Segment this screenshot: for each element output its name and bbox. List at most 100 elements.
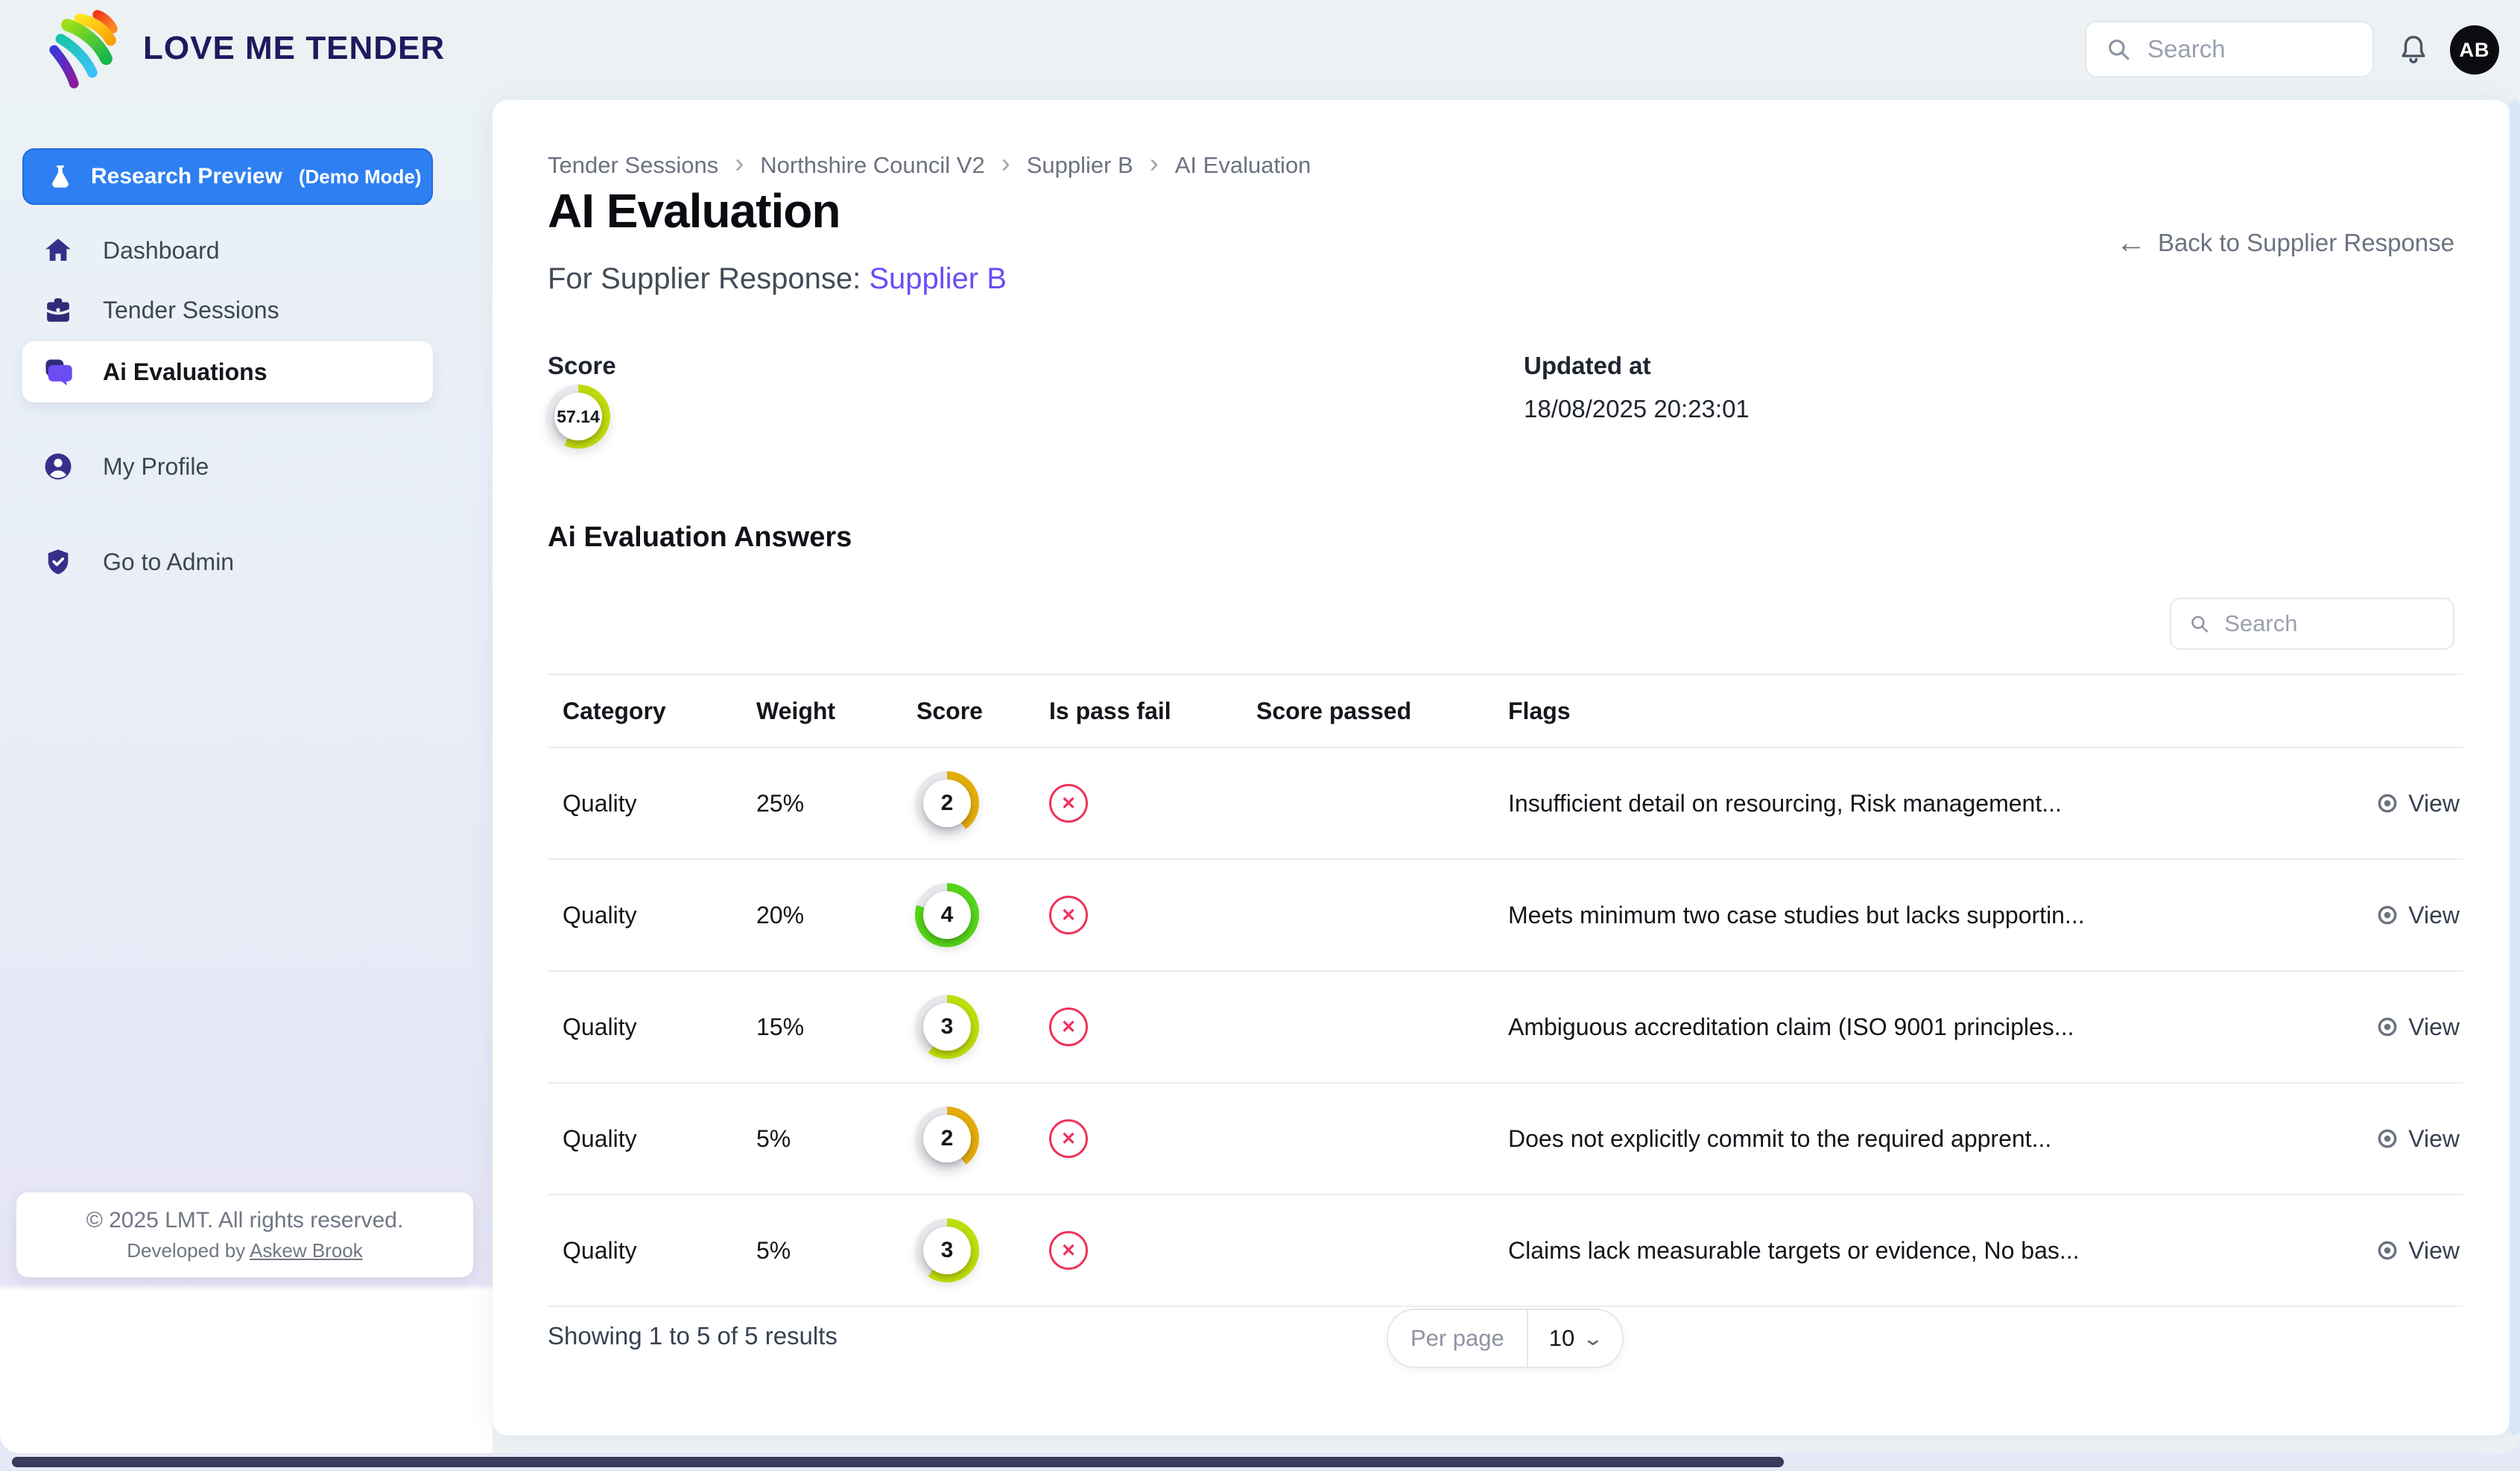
sidebar: Research Preview (Demo Mode) Dashboard T… <box>0 100 493 1453</box>
view-label: View <box>2408 902 2460 929</box>
row-category: Quality <box>548 790 741 817</box>
sidebar-footer: © 2025 LMT. All rights reserved. Develop… <box>16 1192 473 1277</box>
eye-icon <box>2375 1239 2399 1262</box>
per-page-control: Per page 10 ⌄ <box>1387 1309 1624 1368</box>
back-link-label: Back to Supplier Response <box>2158 229 2454 257</box>
fail-circle-x-icon: ✕ <box>1049 896 1088 934</box>
fail-circle-x-icon: ✕ <box>1049 784 1088 823</box>
per-page-select[interactable]: 10 ⌄ <box>1528 1310 1622 1367</box>
breadcrumb-item[interactable]: AI Evaluation <box>1175 152 1311 179</box>
table-search[interactable] <box>2170 598 2454 650</box>
row-score-donut: 4 <box>915 883 979 947</box>
breadcrumb-item[interactable]: Supplier B <box>1027 152 1133 179</box>
view-link[interactable]: View <box>2375 1237 2460 1265</box>
back-to-supplier-response-link[interactable]: ← Back to Supplier Response <box>2116 228 2454 258</box>
rainbow-brush-icon <box>42 4 130 92</box>
updated-at-label: Updated at <box>1524 352 1651 380</box>
sidebar-item-label: My Profile <box>103 453 209 481</box>
sidebar-item-label: Dashboard <box>103 237 220 265</box>
row-score-value: 2 <box>923 779 971 827</box>
sidebar-item-label: Tender Sessions <box>103 297 279 324</box>
view-link[interactable]: View <box>2375 1125 2460 1153</box>
research-preview-label: Research Preview <box>91 164 282 189</box>
notifications-bell-icon[interactable] <box>2396 33 2431 67</box>
global-search[interactable] <box>2085 21 2374 77</box>
answers-table: Category Weight Score Is pass fail Score… <box>548 674 2463 1307</box>
search-icon <box>2189 612 2209 636</box>
table-search-input[interactable] <box>2223 610 2435 638</box>
developer-link[interactable]: Askew Brook <box>250 1239 363 1262</box>
row-category: Quality <box>548 902 741 929</box>
column-header: Flags <box>1493 697 2321 725</box>
score-label: Score <box>548 352 616 380</box>
row-score-value: 2 <box>923 1115 971 1162</box>
developed-by-text: Developed by Askew Brook <box>127 1239 363 1262</box>
column-header: Weight <box>741 697 902 725</box>
supplier-link[interactable]: Supplier B <box>869 262 1007 295</box>
sidebar-item-tender-sessions[interactable]: Tender Sessions <box>22 280 433 340</box>
fail-circle-x-icon: ✕ <box>1049 1231 1088 1270</box>
row-flags: Insufficient detail on resourcing, Risk … <box>1493 790 2321 817</box>
breadcrumb-item[interactable]: Northshire Council V2 <box>760 152 985 179</box>
table-header-row: Category Weight Score Is pass fail Score… <box>548 674 2463 748</box>
column-header: Score passed <box>1241 697 1493 725</box>
app-logo[interactable]: LOVE ME TENDER <box>42 4 445 92</box>
copyright-text: © 2025 LMT. All rights reserved. <box>86 1208 404 1233</box>
top-header: LOVE ME TENDER AB <box>0 0 2520 100</box>
search-input[interactable] <box>2146 34 2353 64</box>
row-flags: Does not explicitly commit to the requir… <box>1493 1125 2321 1153</box>
row-score-value: 3 <box>923 1227 971 1274</box>
table-row: Quality 20% 4 ✕ Meets minimum two case s… <box>548 860 2463 972</box>
view-link[interactable]: View <box>2375 1013 2460 1041</box>
fail-circle-x-icon: ✕ <box>1049 1007 1088 1046</box>
home-icon <box>42 234 75 267</box>
updated-at-value: 18/08/2025 20:23:01 <box>1524 395 1750 423</box>
vertical-scrollbar[interactable] <box>2510 100 2520 1435</box>
horizontal-scrollbar[interactable] <box>12 1457 1784 1467</box>
row-weight: 20% <box>741 902 902 929</box>
table-row: Quality 5% 2 ✕ Does not explicitly commi… <box>548 1084 2463 1195</box>
briefcase-icon <box>42 294 75 326</box>
row-category: Quality <box>548 1125 741 1153</box>
row-weight: 5% <box>741 1237 902 1265</box>
eye-icon <box>2375 1127 2399 1151</box>
column-header: Category <box>548 697 741 725</box>
chevron-down-icon: ⌄ <box>1582 1327 1604 1350</box>
table-row: Quality 15% 3 ✕ Ambiguous accreditation … <box>548 972 2463 1084</box>
eye-icon <box>2375 1015 2399 1039</box>
research-preview-button[interactable]: Research Preview (Demo Mode) <box>22 148 433 205</box>
sidebar-item-go-to-admin[interactable]: Go to Admin <box>22 532 433 592</box>
row-category: Quality <box>548 1237 741 1265</box>
sidebar-item-label: Ai Evaluations <box>103 358 267 386</box>
answers-heading: Ai Evaluation Answers <box>548 522 852 554</box>
user-avatar[interactable]: AB <box>2450 25 2499 75</box>
table-row: Quality 25% 2 ✕ Insufficient detail on r… <box>548 748 2463 860</box>
row-category: Quality <box>548 1013 741 1041</box>
score-gauge: 57.14 <box>546 385 610 449</box>
view-label: View <box>2408 790 2460 817</box>
profile-icon <box>42 450 75 483</box>
search-icon <box>2106 37 2131 62</box>
shield-check-icon <box>42 545 75 578</box>
row-score-donut: 3 <box>915 1218 979 1282</box>
view-link[interactable]: View <box>2375 790 2460 817</box>
sidebar-item-ai-evaluations[interactable]: Ai Evaluations <box>22 341 433 402</box>
row-weight: 15% <box>741 1013 902 1041</box>
eye-icon <box>2375 903 2399 927</box>
page-subtitle: For Supplier Response: Supplier B <box>548 262 1007 296</box>
row-score-donut: 2 <box>915 771 979 835</box>
row-score-value: 3 <box>923 1003 971 1051</box>
view-link[interactable]: View <box>2375 902 2460 929</box>
view-label: View <box>2408 1237 2460 1265</box>
sidebar-item-dashboard[interactable]: Dashboard <box>22 221 433 280</box>
main-content-card: Tender Sessions›Northshire Council V2›Su… <box>493 100 2510 1435</box>
app-shell: LOVE ME TENDER AB Research Preview (Demo… <box>0 0 2520 1453</box>
row-weight: 25% <box>741 790 902 817</box>
fail-circle-x-icon: ✕ <box>1049 1119 1088 1158</box>
per-page-value: 10 <box>1549 1325 1574 1352</box>
flask-icon <box>46 162 75 191</box>
score-gauge-value: 57.14 <box>554 393 602 440</box>
sidebar-item-label: Go to Admin <box>103 548 234 576</box>
breadcrumb-item[interactable]: Tender Sessions <box>548 152 718 179</box>
sidebar-item-my-profile[interactable]: My Profile <box>22 437 433 496</box>
